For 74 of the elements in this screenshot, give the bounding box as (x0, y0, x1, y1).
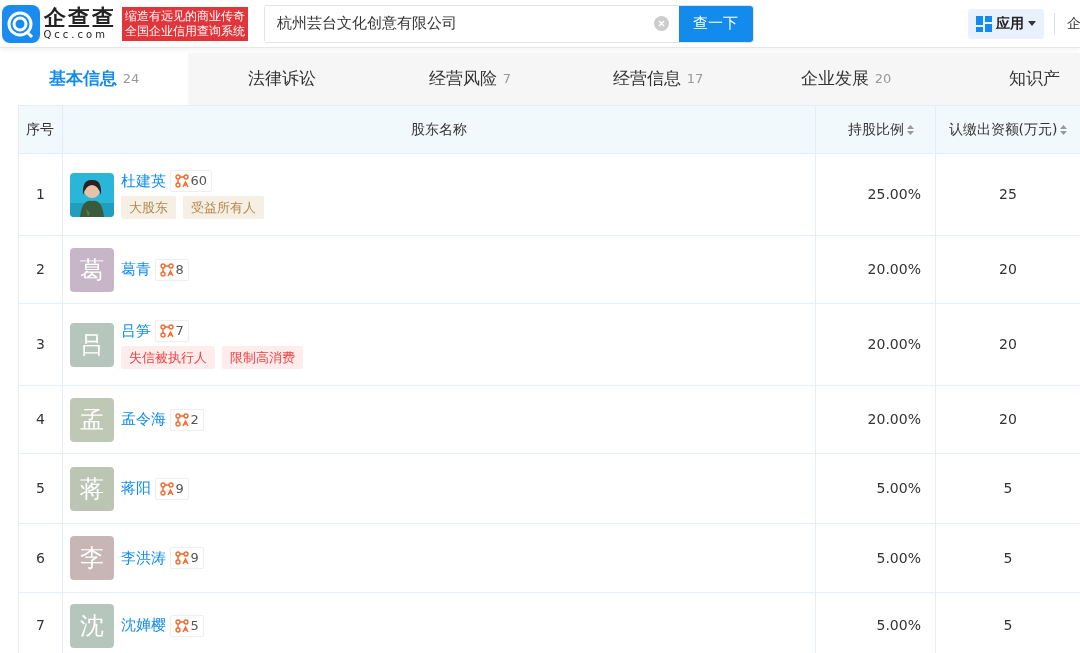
sort-icon[interactable] (907, 125, 914, 135)
avatar: 孟 (70, 397, 114, 442)
table-cell: 20 (999, 411, 1017, 427)
person-link[interactable]: 杜建英 (121, 169, 166, 193)
relation-count[interactable]: 7 (154, 320, 189, 342)
relation-icon (174, 618, 189, 633)
table-cell: 20 (999, 261, 1017, 277)
row-number: 7 (36, 617, 45, 633)
tab[interactable]: 知识产 (940, 53, 1080, 105)
tag: 大股东 (121, 195, 176, 220)
relation-count[interactable]: 2 (169, 408, 204, 431)
table-cell: 20 (999, 336, 1017, 352)
logo-icon (2, 4, 40, 43)
table-cell: 5 (1003, 617, 1013, 633)
relation-icon (174, 551, 189, 565)
relation-count[interactable]: 9 (154, 477, 189, 500)
relation-count[interactable]: 5 (169, 614, 204, 637)
relation-count[interactable]: 8 (154, 258, 189, 281)
row-number: 5 (36, 480, 45, 496)
clear-icon[interactable] (653, 16, 669, 31)
person-link[interactable]: 李洪涛 (121, 546, 166, 570)
tag: 失信被执行人 (121, 345, 215, 370)
row-number: 6 (36, 549, 45, 566)
avatar: 李 (70, 536, 114, 580)
relation-icon (159, 481, 174, 496)
nav-link[interactable]: 企 (1067, 15, 1080, 31)
avatar: 葛 (70, 247, 114, 292)
row-number: 3 (36, 336, 45, 352)
tab[interactable]: 经营信息 17 (564, 53, 752, 105)
tab[interactable]: 法律诉讼 (188, 53, 376, 105)
caret-icon (1028, 21, 1036, 26)
person-link[interactable]: 蒋阳 (121, 477, 151, 500)
relation-count[interactable]: 9 (169, 547, 204, 569)
tab[interactable]: 基本信息 24 (0, 53, 188, 105)
avatar: 沈 (70, 603, 114, 648)
relation-icon (159, 262, 174, 277)
table-cell: 5.00% (876, 549, 921, 566)
tag: 受益所有人 (183, 195, 264, 220)
table-cell: 5.00% (876, 480, 921, 496)
column-header: 股东名称 (411, 121, 467, 137)
table-cell: 20.00% (867, 411, 921, 427)
relation-icon (174, 174, 189, 188)
person-link[interactable]: 沈婵樱 (121, 614, 166, 637)
tag: 限制高消费 (222, 345, 303, 370)
sort-icon[interactable] (1060, 125, 1068, 135)
person-link[interactable]: 吕笋 (121, 319, 151, 343)
logo-text: 企查查 (43, 6, 116, 29)
table-cell: 5 (1003, 480, 1013, 496)
column-header: 序号 (26, 121, 54, 137)
logo-domain: Qcc.com (43, 28, 109, 41)
tab[interactable]: 经营风险 7 (376, 53, 564, 105)
tab[interactable]: 企业发展 20 (752, 53, 940, 105)
avatar: 蒋 (70, 466, 114, 511)
person-link[interactable]: 孟令海 (121, 408, 166, 431)
relation-count[interactable]: 60 (169, 170, 213, 192)
table-cell: 5 (1003, 549, 1013, 566)
search-button[interactable]: 查一下 (678, 5, 753, 42)
slogan-banner: 缩造有远见的商业传奇 全国企业信用查询系统 (121, 6, 248, 41)
relation-icon (174, 412, 189, 427)
person-link[interactable]: 葛青 (121, 258, 151, 281)
table-cell: 20.00% (867, 261, 921, 277)
search-field[interactable]: 杭州芸台文化创意有限公司 查一下 (263, 4, 754, 43)
relation-icon (159, 324, 174, 338)
apps-button[interactable]: 应用 (968, 8, 1044, 39)
row-number: 4 (36, 411, 45, 427)
avatar: 吕 (70, 322, 114, 367)
table-cell: 5.00% (876, 617, 921, 633)
table-cell: 20.00% (867, 336, 921, 352)
table-cell: 25 (999, 186, 1017, 202)
table-cell: 25.00% (867, 186, 921, 202)
column-header[interactable]: 持股比例 (848, 121, 914, 137)
row-number: 2 (36, 261, 45, 277)
grid-icon (976, 15, 992, 32)
row-number: 1 (36, 186, 45, 202)
